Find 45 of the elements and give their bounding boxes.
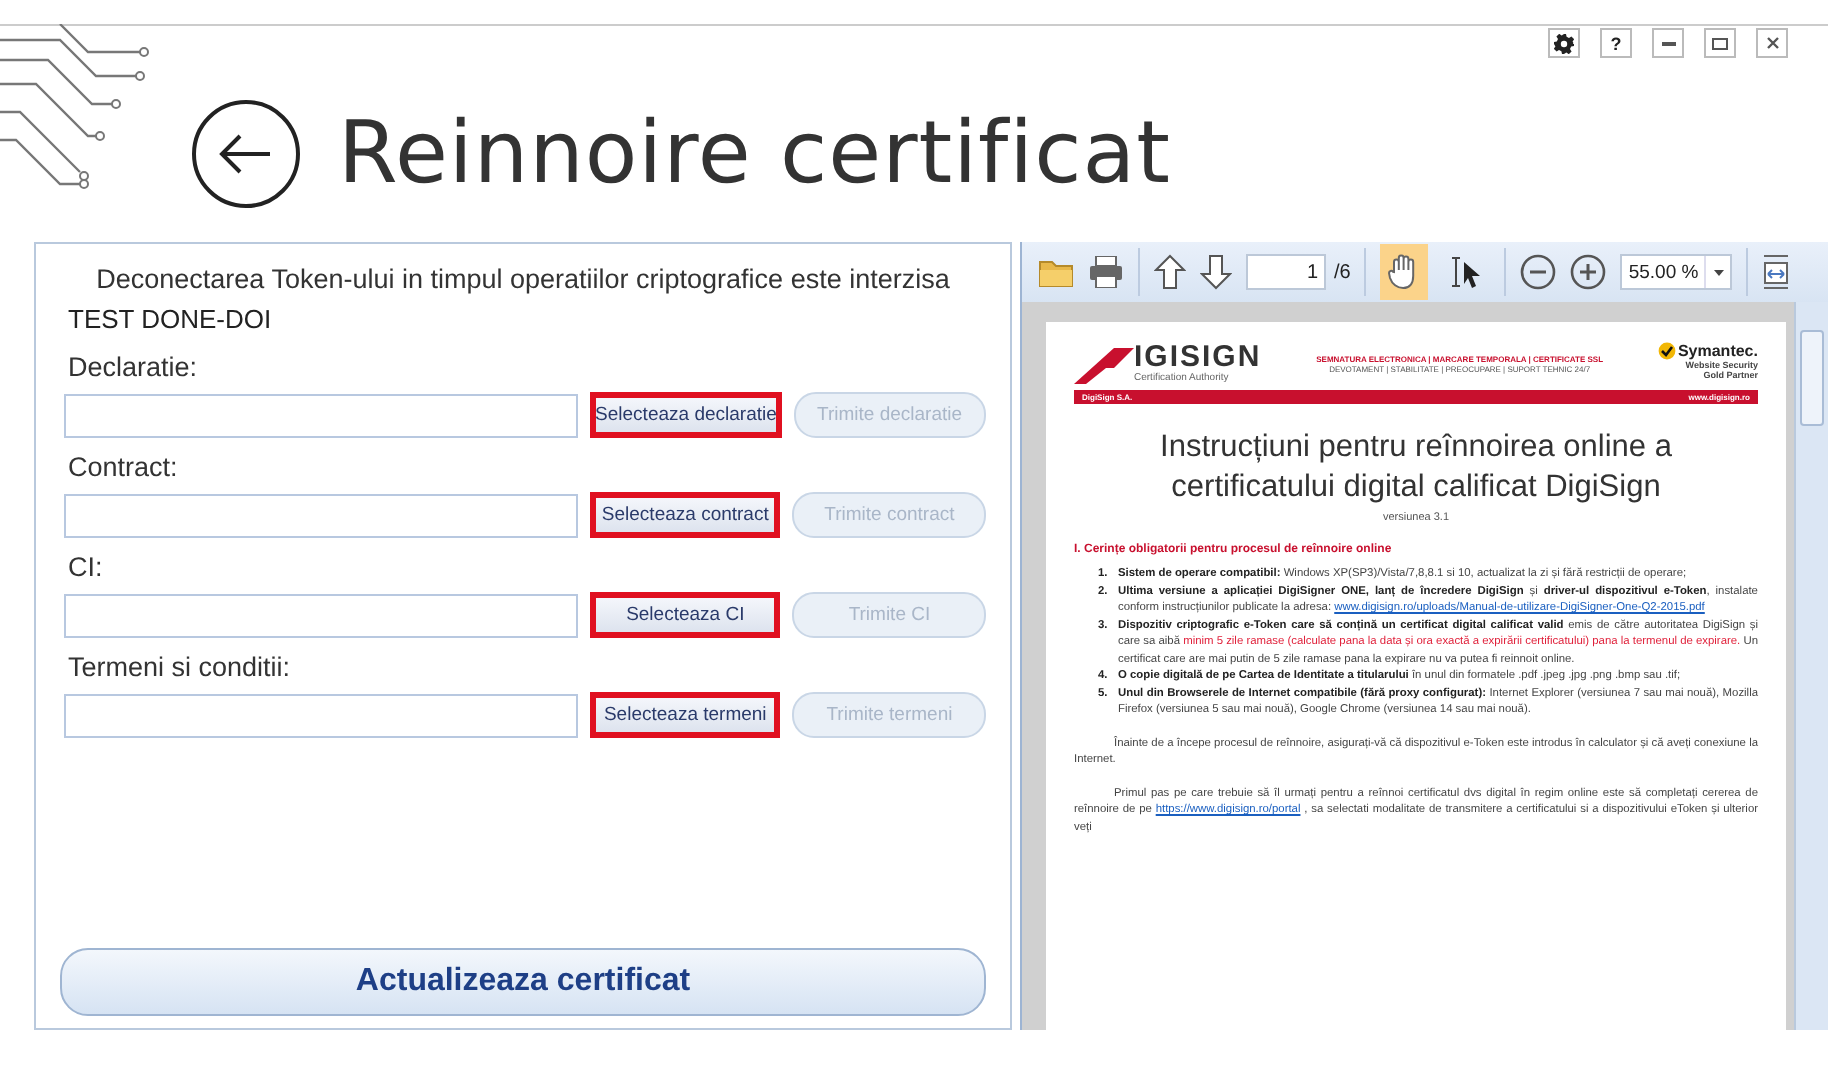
zoom-level-dropdown[interactable]: 55.00 % (1620, 254, 1733, 290)
minimize-button[interactable] (1652, 28, 1684, 58)
update-certificate-button[interactable]: Actualizeaza certificat (60, 948, 986, 1016)
maximize-icon (1712, 37, 1728, 49)
file-path-field[interactable] (64, 693, 578, 737)
fit-width-icon[interactable] (1762, 254, 1791, 290)
vertical-scrollbar[interactable] (1794, 302, 1828, 1030)
field-label: Contract: (68, 452, 180, 482)
check-badge-icon (1657, 342, 1676, 360)
partner-name: Symantec. (1677, 342, 1758, 360)
zoom-in-icon[interactable] (1570, 254, 1607, 290)
close-button[interactable] (1756, 28, 1788, 58)
minimize-icon (1661, 40, 1675, 46)
help-button[interactable]: ? (1600, 28, 1632, 58)
warning-text: Deconectarea Token-ului in timpul operatiilor criptografice este interzisa (94, 264, 952, 294)
printer-icon[interactable] (1088, 256, 1124, 288)
file-path-field[interactable] (64, 593, 578, 637)
file-path-field[interactable] (64, 493, 578, 537)
page-number-field[interactable]: 1 (1246, 254, 1326, 290)
user-name: TEST DONE-DOI (68, 304, 274, 334)
settings-button[interactable] (1548, 28, 1580, 58)
back-button[interactable] (190, 97, 302, 209)
document-title: Instrucțiuni pentru reînnoirea online a certificatului digital calificat DigiSign (1158, 428, 1674, 508)
select-file-button[interactable]: Selecteaza CI (589, 592, 781, 638)
settings-icon (1554, 33, 1574, 53)
arrow-up-icon[interactable] (1154, 254, 1186, 290)
file-path-field[interactable] (64, 393, 578, 437)
caret-icon (1713, 269, 1724, 275)
page-title: Reinnoire certificat (338, 103, 1171, 203)
select-file-button[interactable]: Selecteaza declaratie (589, 392, 782, 438)
zoom-out-icon[interactable] (1520, 254, 1557, 290)
field-label: Declaratie: (68, 352, 200, 382)
text-cursor-arrow-icon (1448, 256, 1485, 288)
hand-tool-button[interactable] (1380, 244, 1429, 300)
field-label: Termeni si conditii: (68, 652, 293, 682)
folder-icon[interactable] (1038, 257, 1074, 287)
logo-icon (1074, 348, 1134, 384)
logo-text: IGISIGN (1134, 342, 1262, 372)
select-file-button[interactable]: Selecteaza contract (589, 492, 781, 538)
maximize-button[interactable] (1704, 28, 1736, 58)
page-count: /6 (1334, 261, 1351, 283)
close-icon (1765, 36, 1779, 50)
select-file-button[interactable]: Selecteaza termeni (589, 692, 781, 738)
field-label: CI: (68, 552, 105, 582)
arrow-down-icon[interactable] (1200, 254, 1232, 290)
